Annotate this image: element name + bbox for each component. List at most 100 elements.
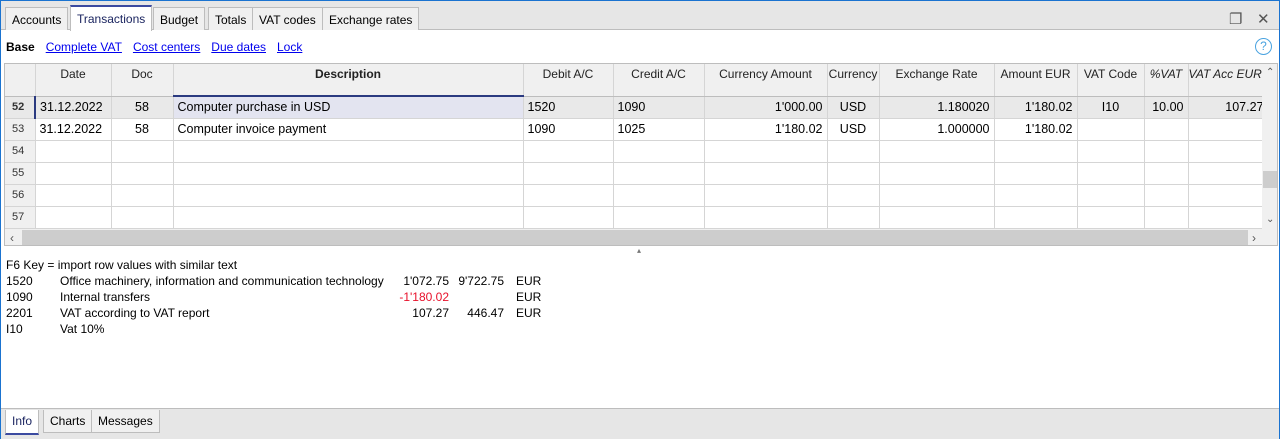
cell-vat-code[interactable] xyxy=(1077,162,1145,185)
cell-vat-pct[interactable]: 10.00 xyxy=(1144,96,1189,119)
view-cost-centers[interactable]: Cost centers xyxy=(133,40,200,54)
view-base[interactable]: Base xyxy=(6,40,35,54)
cell-vat-pct[interactable] xyxy=(1144,206,1189,229)
cell-date[interactable] xyxy=(35,184,112,207)
cell-credit[interactable] xyxy=(613,162,705,185)
vertical-scroll-thumb[interactable] xyxy=(1263,171,1277,188)
table-row[interactable]: 53 31.12.2022 58 Computer invoice payment 10… xyxy=(5,118,1269,141)
col-vat-pct[interactable]: %VAT xyxy=(1144,64,1189,97)
close-icon[interactable]: ✕ xyxy=(1257,10,1270,28)
tab-charts[interactable]: Charts xyxy=(43,410,93,433)
cell-currency[interactable]: USD xyxy=(827,118,880,141)
cell-credit[interactable] xyxy=(613,206,705,229)
cell-doc[interactable]: 58 xyxy=(111,96,174,119)
cell-exchange-rate[interactable] xyxy=(879,162,995,185)
row-number[interactable]: 53 xyxy=(5,118,36,141)
scroll-down-icon[interactable]: ⌄ xyxy=(1266,214,1274,225)
cell-date[interactable]: 31.12.2022 xyxy=(35,96,112,119)
cell-doc[interactable]: 58 xyxy=(111,118,174,141)
cell-description[interactable] xyxy=(173,206,524,229)
tab-info[interactable]: Info xyxy=(5,410,40,435)
cell-date[interactable] xyxy=(35,140,112,163)
cell-vat-code[interactable] xyxy=(1077,206,1145,229)
cell-credit[interactable] xyxy=(613,184,705,207)
row-number[interactable]: 55 xyxy=(5,162,36,185)
table-row[interactable]: 52 31.12.2022 58 Computer purchase in USD 15… xyxy=(5,96,1269,119)
horizontal-scrollbar[interactable]: ‹ › xyxy=(5,229,1277,245)
table-row[interactable]: 57 xyxy=(5,206,1269,229)
cell-exchange-rate[interactable] xyxy=(879,184,995,207)
cell-amount-eur[interactable] xyxy=(994,140,1078,163)
cell-description[interactable] xyxy=(173,184,524,207)
scroll-right-icon[interactable]: › xyxy=(1252,231,1256,245)
cell-date[interactable]: 31.12.2022 xyxy=(35,118,112,141)
cell-exchange-rate[interactable] xyxy=(879,206,995,229)
help-icon[interactable]: ? xyxy=(1255,38,1272,55)
cell-currency-amount[interactable]: 1'180.02 xyxy=(704,118,828,141)
splitter-handle[interactable]: ▴ xyxy=(637,246,641,255)
cell-doc[interactable] xyxy=(111,162,174,185)
cell-debit[interactable]: 1520 xyxy=(523,96,614,119)
table-row[interactable]: 56 xyxy=(5,184,1269,207)
cell-currency[interactable]: USD xyxy=(827,96,880,119)
cell-exchange-rate[interactable]: 1.000000 xyxy=(879,118,995,141)
col-debit[interactable]: Debit A/C xyxy=(523,64,614,97)
cell-vat-acc[interactable] xyxy=(1188,184,1269,207)
cell-currency-amount[interactable] xyxy=(704,206,828,229)
scroll-up-icon[interactable]: ⌃ xyxy=(1266,67,1274,78)
cell-vat-code[interactable] xyxy=(1077,184,1145,207)
col-currency-amount[interactable]: Currency Amount xyxy=(704,64,828,97)
cell-currency-amount[interactable] xyxy=(704,162,828,185)
cell-credit[interactable]: 1090 xyxy=(613,96,705,119)
tab-transactions[interactable]: Transactions xyxy=(70,5,153,31)
cell-vat-code[interactable] xyxy=(1077,140,1145,163)
tab-budget[interactable]: Budget xyxy=(153,7,206,30)
cell-currency[interactable] xyxy=(827,206,880,229)
col-vat-acc[interactable]: VAT Acc EUR xyxy=(1188,64,1269,97)
cell-credit[interactable]: 1025 xyxy=(613,118,705,141)
col-currency[interactable]: Currency xyxy=(827,64,880,97)
cell-exchange-rate[interactable] xyxy=(879,140,995,163)
cell-description[interactable] xyxy=(173,162,524,185)
cell-currency-amount[interactable]: 1'000.00 xyxy=(704,96,828,119)
cell-currency[interactable] xyxy=(827,140,880,163)
cell-debit[interactable] xyxy=(523,184,614,207)
cell-vat-pct[interactable] xyxy=(1144,162,1189,185)
vertical-scrollbar[interactable]: ⌃ ⌄ xyxy=(1262,64,1277,229)
cell-amount-eur[interactable]: 1'180.02 xyxy=(994,118,1078,141)
scroll-left-icon[interactable]: ‹ xyxy=(10,231,14,245)
view-complete-vat[interactable]: Complete VAT xyxy=(46,40,122,54)
cell-description[interactable]: Computer invoice payment xyxy=(173,118,524,141)
col-exchange-rate[interactable]: Exchange Rate xyxy=(879,64,995,97)
row-number[interactable]: 52 xyxy=(5,96,36,119)
cell-debit[interactable] xyxy=(523,206,614,229)
cell-currency[interactable] xyxy=(827,162,880,185)
cell-vat-pct[interactable] xyxy=(1144,140,1189,163)
cell-vat-acc[interactable]: 107.27 xyxy=(1188,96,1269,119)
cell-vat-code[interactable]: I10 xyxy=(1077,96,1145,119)
cell-vat-pct[interactable] xyxy=(1144,118,1189,141)
cell-date[interactable] xyxy=(35,206,112,229)
view-lock[interactable]: Lock xyxy=(277,40,302,54)
cell-vat-acc[interactable] xyxy=(1188,206,1269,229)
col-description[interactable]: Description xyxy=(173,64,524,97)
tab-exchange-rates[interactable]: Exchange rates xyxy=(322,7,420,30)
cell-exchange-rate[interactable]: 1.180020 xyxy=(879,96,995,119)
row-number[interactable]: 54 xyxy=(5,140,36,163)
cell-description[interactable]: Computer purchase in USD xyxy=(173,96,524,119)
cell-credit[interactable] xyxy=(613,140,705,163)
tab-accounts[interactable]: Accounts xyxy=(5,7,69,30)
col-vat-code[interactable]: VAT Code xyxy=(1077,64,1145,97)
cell-vat-pct[interactable] xyxy=(1144,184,1189,207)
cell-currency[interactable] xyxy=(827,184,880,207)
cell-debit[interactable]: 1090 xyxy=(523,118,614,141)
cell-description[interactable] xyxy=(173,140,524,163)
table-row[interactable]: 54 xyxy=(5,140,1269,163)
col-credit[interactable]: Credit A/C xyxy=(613,64,705,97)
row-number[interactable]: 57 xyxy=(5,206,36,229)
cell-vat-acc[interactable] xyxy=(1188,118,1269,141)
cell-amount-eur[interactable]: 1'180.02 xyxy=(994,96,1078,119)
restore-icon[interactable]: ❐ xyxy=(1229,10,1242,28)
cell-doc[interactable] xyxy=(111,206,174,229)
table-row[interactable]: 55 xyxy=(5,162,1269,185)
